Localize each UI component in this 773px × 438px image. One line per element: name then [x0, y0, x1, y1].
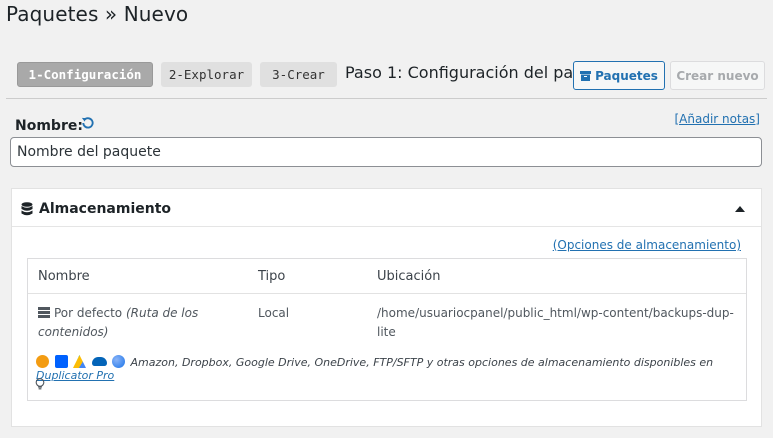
create-new-button[interactable]: Crear nuevo	[670, 61, 765, 90]
storage-panel-header[interactable]: Almacenamiento	[12, 189, 761, 227]
storage-panel: Almacenamiento (Opciones de almacenamien…	[11, 188, 762, 427]
pro-note-text: Amazon, Dropbox, Google Drive, OneDrive,…	[130, 356, 714, 369]
step-configuration[interactable]: 1-Configuración	[17, 62, 153, 87]
package-name-input[interactable]	[10, 137, 762, 167]
server-icon	[38, 307, 50, 318]
step-create[interactable]: 3-Crear	[260, 62, 337, 87]
storage-type: Local	[258, 306, 290, 320]
packages-button-label: Paquetes	[595, 68, 658, 83]
storage-name: Por defecto	[54, 306, 123, 320]
column-header-name: Nombre	[38, 269, 90, 284]
storage-location: /home/usuariocpanel/public_html/wp-conte…	[377, 306, 734, 339]
step-description: Paso 1: Configuración del paquete	[345, 63, 573, 82]
dropbox-icon	[54, 355, 68, 368]
column-header-type: Tipo	[258, 269, 286, 284]
caret-up-icon[interactable]	[735, 206, 745, 212]
pro-storage-note: Amazon, Dropbox, Google Drive, OneDrive,…	[36, 355, 746, 382]
ftp-icon	[112, 355, 125, 368]
duplicator-pro-link[interactable]: Duplicator Pro	[36, 369, 114, 382]
lightbulb-icon	[35, 378, 45, 390]
page-title: Paquetes » Nuevo	[6, 2, 189, 26]
storage-table: Nombre Tipo Ubicación Por defecto (Ruta …	[27, 258, 747, 401]
step-explore[interactable]: 2-Explorar	[161, 62, 252, 87]
storage-panel-title: Almacenamiento	[39, 201, 172, 217]
table-header-divider	[28, 293, 746, 294]
table-row-name-cell: Por defecto (Ruta de los contenidos)	[38, 304, 238, 342]
divider	[6, 98, 767, 99]
column-header-location: Ubicación	[377, 269, 441, 284]
google-drive-icon	[73, 355, 86, 368]
database-icon	[21, 202, 33, 216]
onedrive-icon	[91, 357, 107, 366]
add-notes-link[interactable]: [Añadir notas]	[675, 112, 761, 126]
amazon-icon	[36, 355, 49, 368]
archive-icon	[580, 70, 592, 81]
storage-options-link[interactable]: (Opciones de almacenamiento)	[553, 238, 741, 252]
packages-button[interactable]: Paquetes	[573, 61, 665, 90]
reset-icon[interactable]	[80, 116, 95, 131]
name-label: Nombre:	[15, 118, 83, 134]
